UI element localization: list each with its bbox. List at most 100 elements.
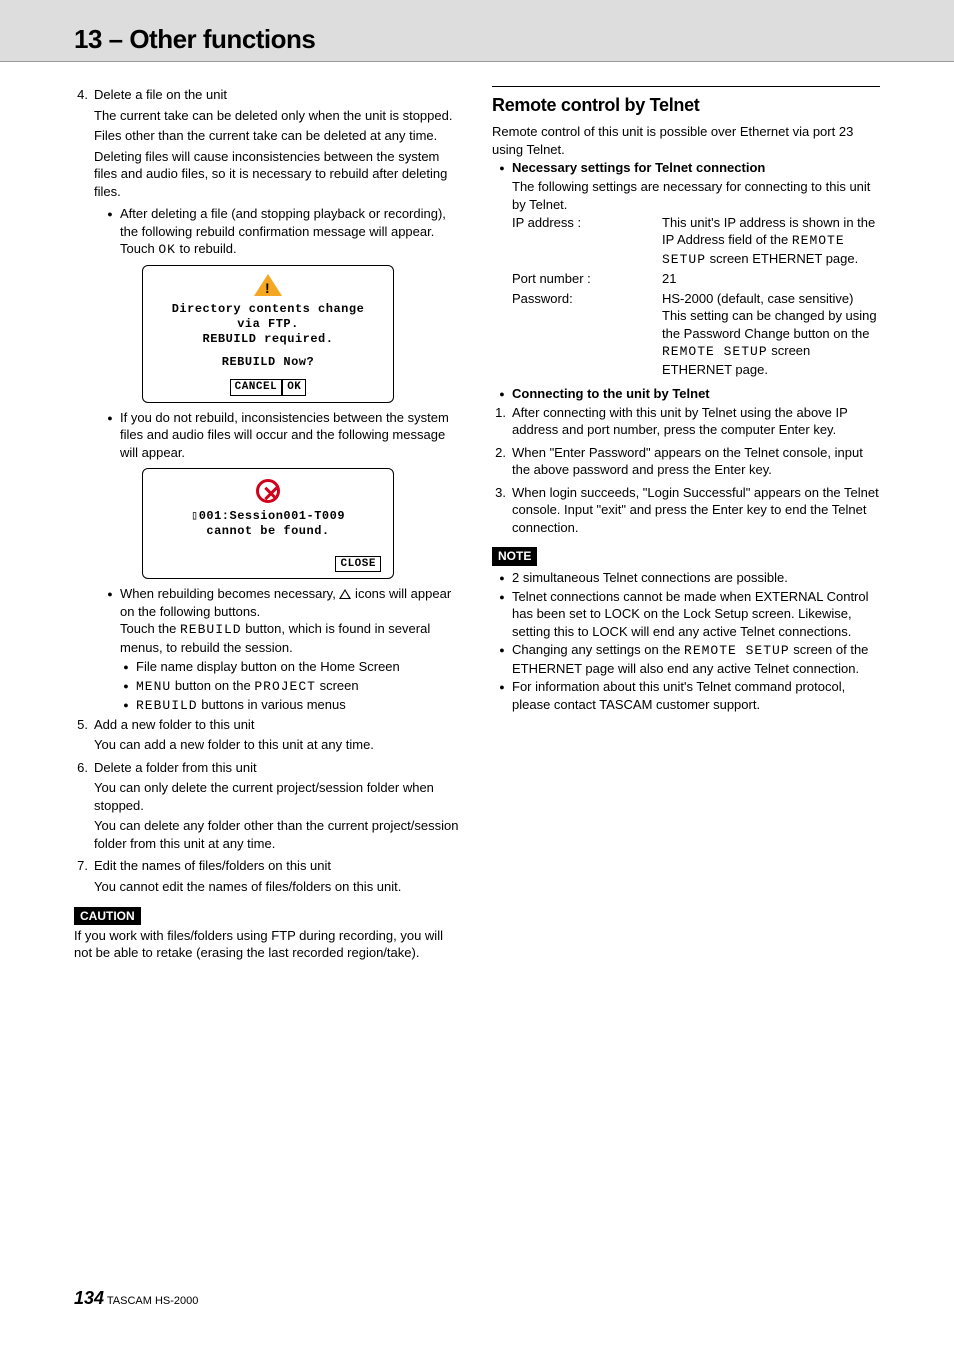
sub-bullet: ● When rebuilding becomes necessary, ico… bbox=[100, 585, 462, 656]
note-bullet: ● Changing any settings on the REMOTE SE… bbox=[492, 641, 880, 677]
note-label: NOTE bbox=[492, 547, 537, 565]
list-item-6: 6. Delete a folder from this unit You ca… bbox=[74, 759, 462, 856]
content: 4. Delete a file on the unit The current… bbox=[0, 86, 954, 962]
list-item-5: 5. Add a new folder to this unit You can… bbox=[74, 716, 462, 757]
topic-title: Connecting to the unit by Telnet bbox=[512, 385, 880, 403]
item-number: 1. bbox=[492, 404, 512, 442]
right-column: Remote control by Telnet Remote control … bbox=[492, 86, 880, 962]
dialog-text: REBUILD required. bbox=[143, 332, 393, 347]
body-text: When login succeeds, "Login Successful" … bbox=[512, 484, 880, 537]
note-bullet: ● For information about this unit's Teln… bbox=[492, 678, 880, 713]
topic-bullet: ● Connecting to the unit by Telnet bbox=[492, 385, 880, 403]
dialog-text: ▯001:Session001-T009 bbox=[143, 509, 393, 524]
item-number: 4. bbox=[74, 86, 94, 203]
body-text: After connecting with this unit by Telne… bbox=[512, 404, 880, 439]
body-text: You can add a new folder to this unit at… bbox=[94, 736, 462, 754]
kv-row: IP address : This unit's IP address is s… bbox=[512, 214, 880, 269]
dialog-buttons: CANCELOK bbox=[143, 378, 393, 396]
bullet-icon: ● bbox=[492, 641, 512, 677]
page-number: 134 bbox=[74, 1288, 104, 1308]
sub-sub-bullet: ● MENU button on the PROJECT screen bbox=[116, 677, 462, 696]
body-text: Files other than the current take can be… bbox=[94, 127, 462, 145]
kv-value: 21 bbox=[662, 270, 880, 288]
note-bullet: ● Telnet connections cannot be made when… bbox=[492, 588, 880, 641]
ok-button[interactable]: OK bbox=[282, 379, 306, 396]
bullet-icon: ● bbox=[492, 385, 512, 403]
item-number: 2. bbox=[492, 444, 512, 482]
rebuild-dialog: Directory contents change via FTP. REBUI… bbox=[142, 265, 394, 403]
dialog-buttons: CLOSE bbox=[143, 555, 393, 573]
bullet-icon: ● bbox=[492, 159, 512, 177]
bullet-icon: ● bbox=[492, 678, 512, 713]
kv-value: This unit's IP address is shown in the I… bbox=[662, 214, 880, 269]
sub-sub-bullet: ● File name display button on the Home S… bbox=[116, 658, 462, 676]
bullet-icon: ● bbox=[116, 696, 136, 715]
body-text: When "Enter Password" appears on the Tel… bbox=[512, 444, 880, 479]
section-title: Remote control by Telnet bbox=[492, 86, 880, 117]
bullet-icon: ● bbox=[492, 569, 512, 587]
warning-icon bbox=[254, 274, 282, 296]
sub-bullet: ● After deleting a file (and stopping pl… bbox=[100, 205, 462, 259]
left-column: 4. Delete a file on the unit The current… bbox=[74, 86, 462, 962]
body-text: You cannot edit the names of files/folde… bbox=[94, 878, 462, 896]
item-title: Delete a file on the unit bbox=[94, 86, 462, 104]
cancel-button[interactable]: CANCEL bbox=[230, 379, 283, 396]
close-button[interactable]: CLOSE bbox=[335, 556, 381, 573]
kv-row: Port number : 21 bbox=[512, 270, 880, 288]
kv-value: HS-2000 (default, case sensitive) This s… bbox=[662, 290, 880, 379]
body-text: The following settings are necessary for… bbox=[512, 178, 880, 213]
item-title: Add a new folder to this unit bbox=[94, 716, 462, 734]
item-number: 6. bbox=[74, 759, 94, 856]
caution-label: CAUTION bbox=[74, 907, 141, 925]
body-text: File name display button on the Home Scr… bbox=[136, 658, 462, 676]
body-text: When rebuilding becomes necessary, icons… bbox=[120, 585, 462, 656]
step-1: 1. After connecting with this unit by Te… bbox=[492, 404, 880, 442]
body-text: If you do not rebuild, inconsistencies b… bbox=[120, 409, 462, 462]
warning-triangle-icon bbox=[339, 589, 351, 599]
bullet-icon: ● bbox=[100, 409, 120, 462]
body-text: After deleting a file (and stopping play… bbox=[120, 205, 462, 259]
item-number: 7. bbox=[74, 857, 94, 898]
error-icon bbox=[256, 479, 280, 503]
body-text: Telnet connections cannot be made when E… bbox=[512, 588, 880, 641]
chapter-title: 13 – Other functions bbox=[74, 22, 954, 57]
kv-key: Password: bbox=[512, 290, 662, 379]
sub-sub-bullet: ● REBUILD buttons in various menus bbox=[116, 696, 462, 715]
kv-row: Password: HS-2000 (default, case sensiti… bbox=[512, 290, 880, 379]
body-text: MENU button on the PROJECT screen bbox=[136, 677, 462, 696]
item-number: 3. bbox=[492, 484, 512, 540]
step-3: 3. When login succeeds, "Login Successfu… bbox=[492, 484, 880, 540]
bullet-icon: ● bbox=[100, 205, 120, 259]
note-bullet: ● 2 simultaneous Telnet connections are … bbox=[492, 569, 880, 587]
body-text: For information about this unit's Telnet… bbox=[512, 678, 880, 713]
bullet-icon: ● bbox=[492, 588, 512, 641]
topic-bullet: ● Necessary settings for Telnet connecti… bbox=[492, 159, 880, 177]
item-title: Delete a folder from this unit bbox=[94, 759, 462, 777]
bullet-icon: ● bbox=[116, 677, 136, 696]
step-2: 2. When "Enter Password" appears on the … bbox=[492, 444, 880, 482]
list-item-7: 7. Edit the names of files/folders on th… bbox=[74, 857, 462, 898]
list-item-4: 4. Delete a file on the unit The current… bbox=[74, 86, 462, 203]
page-header: 13 – Other functions bbox=[0, 0, 954, 62]
bullet-icon: ● bbox=[116, 658, 136, 676]
kv-key: IP address : bbox=[512, 214, 662, 269]
item-number: 5. bbox=[74, 716, 94, 757]
dialog-text: cannot be found. bbox=[143, 524, 393, 539]
topic-title: Necessary settings for Telnet connection bbox=[512, 159, 880, 177]
body-text: Remote control of this unit is possible … bbox=[492, 123, 880, 158]
kv-key: Port number : bbox=[512, 270, 662, 288]
dialog-text: Directory contents change bbox=[143, 302, 393, 317]
body-text: 2 simultaneous Telnet connections are po… bbox=[512, 569, 880, 587]
product-name: TASCAM HS-2000 bbox=[107, 1295, 199, 1307]
body-text: Changing any settings on the REMOTE SETU… bbox=[512, 641, 880, 677]
body-text: You can delete any folder other than the… bbox=[94, 817, 462, 852]
body-text: Deleting files will cause inconsistencie… bbox=[94, 148, 462, 201]
dialog-text: via FTP. bbox=[143, 317, 393, 332]
error-dialog: ▯001:Session001-T009 cannot be found. CL… bbox=[142, 468, 394, 580]
body-text: The current take can be deleted only whe… bbox=[94, 107, 462, 125]
footer: 134 TASCAM HS-2000 bbox=[74, 1286, 198, 1310]
body-text: REBUILD buttons in various menus bbox=[136, 696, 462, 715]
item-title: Edit the names of files/folders on this … bbox=[94, 857, 462, 875]
dialog-text: REBUILD Now? bbox=[143, 355, 393, 370]
body-text: You can only delete the current project/… bbox=[94, 779, 462, 814]
